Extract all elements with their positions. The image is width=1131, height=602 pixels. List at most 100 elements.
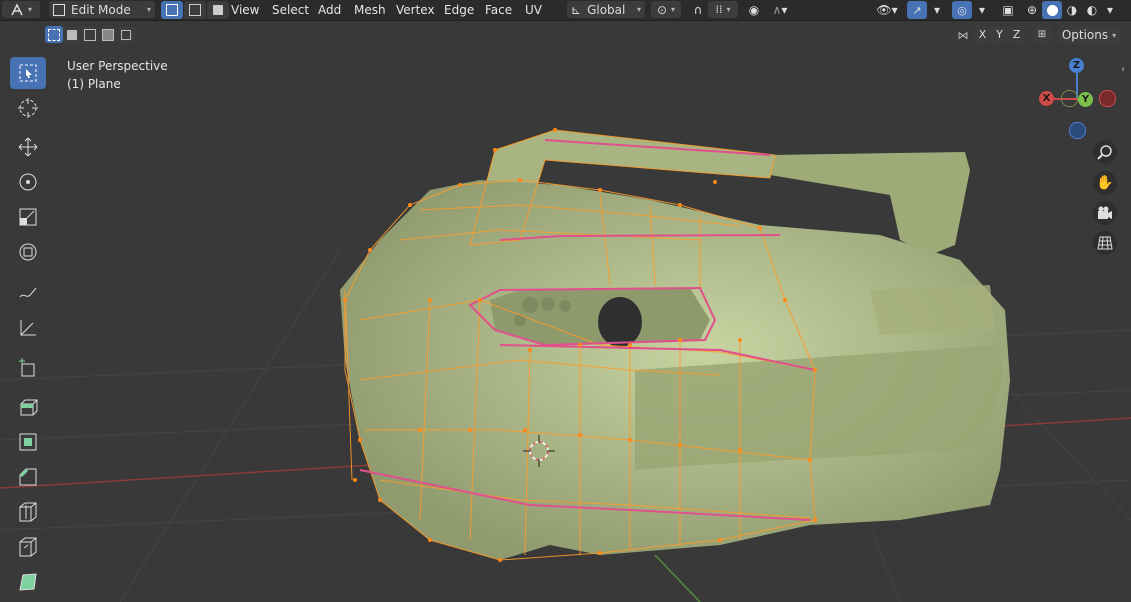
pivot-icon: ⊙ — [656, 2, 668, 17]
falloff-curve-icon: ∧ — [772, 2, 782, 17]
tool-cursor[interactable] — [10, 92, 46, 124]
gizmo-neg-x[interactable] — [1099, 90, 1116, 107]
material-shading-button[interactable]: ◑ — [1062, 1, 1082, 18]
edge-select-button[interactable] — [184, 1, 206, 19]
gizmo-neg-z[interactable] — [1069, 122, 1086, 139]
3d-viewport[interactable] — [0, 0, 1131, 602]
mirror-z-button[interactable]: Z — [1008, 26, 1025, 43]
loop-cut-icon — [19, 502, 37, 522]
gizmo-neg-y[interactable] — [1061, 90, 1078, 107]
tool-inset-faces[interactable] — [10, 426, 46, 458]
overlays-toggle[interactable]: ◎ — [952, 1, 972, 19]
pivot-point-dropdown[interactable]: ⊙ ▾ — [651, 1, 681, 18]
perspective-toggle-button[interactable] — [1093, 231, 1117, 255]
options-label: Options — [1061, 28, 1109, 42]
cursor-icon — [18, 98, 38, 118]
tool-rotate[interactable] — [10, 166, 46, 198]
gizmo-icon: ↗ — [912, 3, 922, 17]
navigation-gizmo[interactable]: Z X Y — [1030, 55, 1120, 145]
gizmo-z-axis[interactable]: Z — [1069, 58, 1084, 73]
tool-measure[interactable] — [10, 312, 46, 344]
tool-loop-cut[interactable] — [10, 496, 46, 528]
falloff-dropdown[interactable]: ∧ ▾ — [765, 1, 795, 18]
proportional-edit-icon: ◉ — [748, 2, 760, 17]
add-cube-icon — [19, 358, 35, 377]
select-extend-icon — [67, 29, 77, 40]
menu-uv[interactable]: UV — [519, 2, 548, 18]
pan-button[interactable]: ✋ — [1093, 171, 1117, 195]
zoom-button[interactable] — [1093, 140, 1117, 164]
zoom-icon — [1097, 145, 1112, 160]
car-mesh[interactable] — [340, 128, 1010, 562]
editor-type-dropdown[interactable]: ▾ — [2, 1, 40, 18]
eye-icon: 👁 — [876, 2, 892, 17]
face-select-icon — [213, 5, 223, 15]
wireframe-shading-button[interactable]: ⊕ — [1022, 1, 1042, 18]
tool-bevel[interactable] — [10, 461, 46, 493]
auto-merge-button[interactable]: ⊞ — [1033, 26, 1051, 43]
editor-type-icon — [11, 2, 23, 15]
inset-icon — [19, 433, 37, 451]
solid-shading-button[interactable] — [1042, 1, 1062, 19]
proportional-edit-toggle[interactable]: ◉ — [745, 1, 763, 18]
menu-select[interactable]: Select — [266, 2, 315, 18]
scale-icon — [19, 208, 37, 226]
gizmo-dropdown[interactable]: ▾ — [929, 1, 945, 18]
hand-icon: ✋ — [1096, 175, 1114, 191]
mirror-icon[interactable]: ⋈ — [955, 27, 971, 44]
tool-transform[interactable] — [10, 236, 46, 268]
select-new-button[interactable] — [45, 26, 63, 43]
xray-toggle[interactable]: ▣ — [998, 1, 1018, 18]
menu-add[interactable]: Add — [312, 2, 347, 18]
transform-orientation-dropdown[interactable]: ⊾ Global ▾ — [567, 1, 645, 18]
vertex-select-button[interactable] — [161, 1, 183, 19]
menu-vertex[interactable]: Vertex — [390, 2, 441, 18]
viewport-info: User Perspective (1) Plane — [67, 57, 168, 93]
mirror-z-label: Z — [1012, 28, 1021, 41]
tool-select-box[interactable] — [10, 57, 46, 89]
wireframe-sphere-icon: ⊕ — [1026, 2, 1038, 17]
gizmo-toggle[interactable]: ↗ — [907, 1, 927, 19]
gizmo-y-axis[interactable]: Y — [1078, 92, 1093, 107]
shading-dropdown[interactable]: ▾ — [1102, 1, 1118, 18]
tool-poly-build[interactable] — [10, 566, 46, 598]
select-extend-button[interactable] — [63, 26, 81, 43]
overlays-icon: ◎ — [957, 3, 967, 17]
vertex-select-icon — [166, 4, 178, 16]
orientation-label: Global — [587, 2, 626, 17]
options-dropdown[interactable]: Options ▾ — [1058, 26, 1120, 44]
menu-face[interactable]: Face — [479, 2, 518, 18]
rendered-shading-button[interactable]: ◐ — [1082, 1, 1102, 18]
snap-target-dropdown[interactable]: ⁞⁞ ▾ — [708, 1, 738, 18]
tool-extrude-region[interactable] — [10, 391, 46, 423]
menu-mesh[interactable]: Mesh — [348, 2, 392, 18]
tool-annotate[interactable] — [10, 277, 46, 309]
gizmo-x-axis[interactable]: X — [1039, 91, 1054, 106]
menu-edge[interactable]: Edge — [438, 2, 480, 18]
editor-header: ▾ Edit Mode ▾ View Select Add Mesh Vertex… — [0, 0, 1131, 21]
snap-toggle[interactable]: ∩ — [688, 1, 708, 18]
mode-dropdown[interactable]: Edit Mode ▾ — [49, 1, 155, 18]
edit-mode-icon — [53, 3, 65, 16]
poly-build-icon — [19, 573, 37, 591]
mirror-x-button[interactable]: X — [974, 26, 991, 43]
select-invert-button[interactable] — [99, 26, 117, 43]
camera-view-button[interactable] — [1093, 201, 1117, 225]
tool-add-cube[interactable] — [10, 352, 46, 384]
select-intersect-button[interactable] — [117, 26, 135, 43]
magnet-icon: ∩ — [693, 2, 703, 17]
tool-knife[interactable] — [10, 531, 46, 563]
xray-icon: ▣ — [1002, 2, 1014, 17]
mirror-y-button[interactable]: Y — [991, 26, 1008, 43]
tool-move[interactable] — [10, 131, 46, 163]
tool-scale[interactable] — [10, 201, 46, 233]
object-visibility-dropdown[interactable]: 👁 ▾ — [872, 1, 902, 18]
tool-header: ⋈ X Y Z ⊞ Options ▾ — [0, 21, 1131, 51]
overlays-dropdown[interactable]: ▾ — [974, 1, 990, 18]
y-axis-line — [654, 554, 701, 602]
grid-perspective-icon — [1097, 236, 1113, 250]
menu-view[interactable]: View — [225, 2, 265, 18]
sidebar-toggle-icon[interactable]: ‹ — [1121, 64, 1125, 75]
select-subtract-button[interactable] — [81, 26, 99, 43]
knife-icon — [19, 537, 37, 557]
